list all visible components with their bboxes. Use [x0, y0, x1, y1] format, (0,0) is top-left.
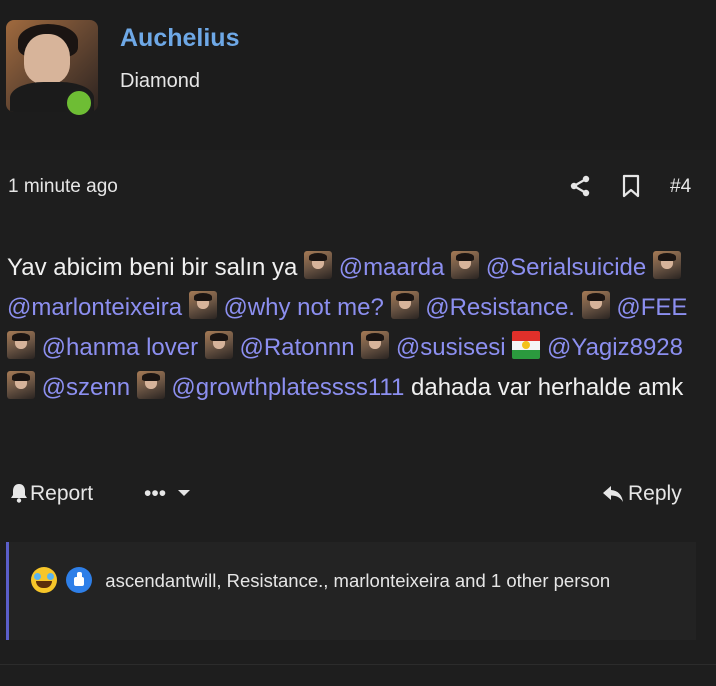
avatar-face [24, 34, 70, 84]
message-text: dahada var herhalde amk [411, 374, 684, 401]
mention-link[interactable]: @Resistance. [425, 294, 575, 321]
mention-link[interactable]: @why not me? [223, 294, 383, 321]
post-header: Auchelius Diamond [0, 0, 716, 150]
mention-link[interactable]: @Yagiz8928 [547, 334, 683, 361]
post-number[interactable]: #4 [670, 176, 691, 198]
avatar-emoji-icon [451, 251, 480, 279]
mention-link[interactable]: @hanma lover [42, 334, 198, 361]
post-divider [0, 664, 716, 665]
reply-icon [603, 486, 623, 502]
mention-link[interactable]: @szenn [42, 374, 130, 401]
avatar-emoji-icon [7, 371, 35, 399]
mention-link[interactable]: @Ratonnn [239, 334, 354, 361]
bell-icon [11, 484, 27, 503]
avatar-emoji-icon [652, 251, 681, 279]
online-status-indicator [64, 88, 94, 118]
post-message: Yav abicim beni bir salın ya @maarda @Se… [7, 248, 707, 408]
reactions-users[interactable]: ascendantwill, Resistance., marlonteixei… [105, 570, 610, 591]
like-reaction-icon [66, 567, 93, 593]
reply-label: Reply [628, 482, 682, 505]
mention-link[interactable]: @FEE [616, 294, 687, 321]
more-options-button[interactable]: ••• [144, 482, 192, 506]
more-options-label: ••• [144, 482, 167, 505]
mention-link[interactable]: @susisesi [396, 334, 506, 361]
haha-reaction-icon [31, 567, 57, 593]
avatar-emoji-icon [304, 251, 333, 279]
user-rank: Diamond [120, 70, 201, 92]
post-meta: 1 minute ago #4 [0, 160, 716, 214]
post-actions: Report ••• Reply [0, 474, 716, 518]
avatar-emoji-icon [390, 291, 419, 319]
avatar-emoji-icon [361, 331, 390, 359]
avatar-emoji-icon [188, 291, 217, 319]
avatar-emoji-icon [581, 291, 610, 319]
avatar-emoji-icon [136, 371, 165, 399]
report-label: Report [30, 482, 94, 505]
avatar-emoji-icon [7, 331, 35, 359]
flag-emoji-icon [512, 331, 541, 359]
reactions-summary: ascendantwill, Resistance., marlonteixei… [31, 566, 671, 596]
share-icon[interactable] [568, 174, 592, 198]
bookmark-icon[interactable] [620, 174, 642, 198]
mention-link[interactable]: @Serialsuicide [486, 254, 646, 281]
chevron-down-icon [177, 490, 190, 496]
avatar-emoji-icon [204, 331, 233, 359]
message-text: Yav abicim beni bir salın ya [7, 254, 298, 281]
mention-link[interactable]: @maarda [339, 254, 445, 281]
mention-link[interactable]: @growthplatessss111 [171, 374, 404, 401]
username[interactable]: Auchelius [120, 24, 239, 53]
post-timestamp[interactable]: 1 minute ago [8, 176, 118, 198]
reply-button[interactable]: Reply [602, 482, 682, 506]
report-button[interactable]: Report [10, 482, 93, 506]
mention-link[interactable]: @marlonteixeira [7, 294, 182, 321]
reactions-bar[interactable]: ascendantwill, Resistance., marlonteixei… [6, 542, 696, 640]
